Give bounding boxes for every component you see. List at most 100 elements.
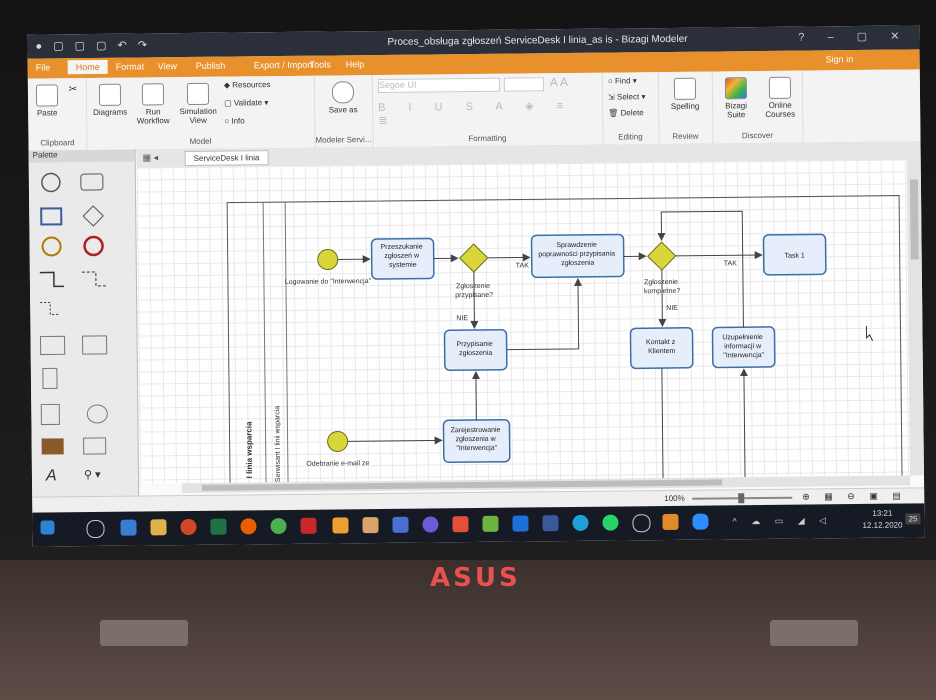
delete-button[interactable]: 🗑 Delete	[608, 108, 644, 117]
flow-6[interactable]	[661, 368, 664, 479]
link-tool[interactable]: ⚲ ▾	[84, 469, 101, 481]
bizagi-suite-button[interactable]: Bizagi Suite	[716, 77, 756, 119]
info-button[interactable]: ○ Info	[224, 116, 244, 125]
task-tool[interactable]	[80, 173, 104, 191]
select-label: Select	[616, 92, 640, 102]
start-event-odebranie[interactable]	[327, 430, 349, 452]
search-icon[interactable]	[86, 519, 105, 539]
group-review: Spelling Review	[657, 71, 714, 145]
header-tool[interactable]	[83, 437, 107, 455]
run-workflow-button[interactable]: Run Workflow	[134, 83, 172, 126]
spelling-button[interactable]: Spelling	[666, 77, 704, 111]
menu-export-import[interactable]: Export / Import	[254, 60, 313, 71]
validate-button[interactable]: ▢ Validate ▾	[224, 98, 268, 107]
start-event-logowanie[interactable]	[317, 249, 339, 271]
intermediate-event-tool[interactable]	[41, 236, 62, 257]
end-event-tool[interactable]	[83, 235, 104, 257]
app-icon-6[interactable]	[482, 515, 499, 532]
paste-icon	[35, 84, 59, 107]
menu-view[interactable]: View	[158, 61, 177, 71]
subprocess-tool[interactable]	[40, 207, 63, 226]
signin-link[interactable]: Sign in	[826, 54, 854, 64]
pool-tool[interactable]	[40, 335, 66, 356]
app-icon-4[interactable]	[422, 516, 439, 533]
select-button[interactable]: ⇲ Select ▾	[608, 92, 646, 101]
diagram-nav-icon[interactable]: ▦ ◂	[143, 152, 159, 163]
file-explorer-icon[interactable]	[150, 519, 167, 536]
menu-home[interactable]: Home	[67, 59, 108, 75]
window-controls[interactable]: ? – ▢ ✕	[798, 29, 909, 43]
gateway-przypisane[interactable]	[459, 243, 489, 273]
sequence-flow-tool[interactable]	[39, 271, 64, 288]
bizagi-taskbar-icon[interactable]	[332, 517, 349, 534]
text-tool[interactable]: A	[45, 467, 57, 484]
vertical-scroll-thumb[interactable]	[909, 179, 919, 260]
palette-title: Palette	[28, 149, 135, 163]
start-button-icon[interactable]	[40, 520, 55, 535]
app-icon-2[interactable]	[362, 517, 379, 534]
simulation-view-button[interactable]: Simulation View	[176, 82, 220, 125]
lane-tool[interactable]	[81, 335, 108, 355]
text-style-icons[interactable]: B I U S A ◈ ≡ ≣	[378, 99, 602, 127]
association-tool[interactable]	[40, 301, 61, 315]
app-icon-1[interactable]	[120, 519, 137, 536]
font-size-select[interactable]	[503, 77, 544, 92]
app-icon-5[interactable]	[452, 516, 469, 533]
zoom-slider-knob[interactable]	[738, 493, 745, 504]
menu-tools[interactable]: Tools	[310, 60, 331, 70]
clock-time: 13:21	[872, 508, 893, 518]
flow-7[interactable]	[347, 436, 443, 445]
menu-format[interactable]: Format	[116, 61, 145, 71]
find-button[interactable]: ○ Find ▾	[608, 76, 637, 85]
whatsapp-icon[interactable]	[602, 514, 619, 531]
powerpoint-icon[interactable]	[180, 518, 197, 536]
app-icon-7[interactable]	[542, 515, 559, 532]
menu-file[interactable]: File	[36, 62, 51, 72]
flow-nie-2[interactable]	[658, 270, 667, 328]
menu-help[interactable]: Help	[346, 59, 365, 69]
excel-icon[interactable]	[210, 518, 227, 535]
font-name-select[interactable]: Segoe UI	[377, 77, 500, 94]
app-icon-9[interactable]	[662, 513, 679, 531]
quick-access-icons[interactable]: ● ▢ ▢ ▢ ↶ ↷	[35, 38, 151, 52]
notification-badge[interactable]: 25	[905, 513, 921, 525]
flow-nie-1[interactable]	[470, 272, 479, 330]
gateway-kompletne[interactable]	[646, 241, 677, 271]
horizontal-scroll-thumb[interactable]	[202, 479, 723, 491]
outlook-icon[interactable]	[512, 515, 529, 532]
gateway-tool[interactable]	[82, 205, 104, 227]
cut-icon[interactable]: ✂	[64, 84, 82, 95]
model-label: Model	[189, 136, 212, 146]
zoom-app-icon[interactable]	[692, 513, 709, 530]
save-as-button[interactable]: Save as	[322, 81, 364, 115]
group-clipboard: Paste ✂ Clipboard	[27, 78, 88, 151]
chrome-icon[interactable]	[270, 517, 287, 535]
flow-4[interactable]	[506, 277, 583, 351]
diagram-canvas[interactable]: I linia wsparcia Serwisant I linii wspar…	[136, 159, 911, 504]
flow-5[interactable]	[739, 368, 748, 478]
pdf-icon[interactable]	[300, 517, 317, 534]
tray-icons[interactable]: ^ ☁ ▭ ◢ ◁	[732, 515, 832, 527]
data-store-tool[interactable]	[86, 404, 108, 424]
artifact-tool[interactable]	[40, 403, 60, 426]
online-courses-button[interactable]: Online Courses	[760, 76, 800, 119]
group-discover: Bizagi Suite Online Courses Discover	[711, 70, 804, 144]
message-flow-tool[interactable]	[81, 271, 106, 287]
flow-tak-2[interactable]	[675, 251, 763, 260]
diagrams-button[interactable]: Diagrams	[90, 83, 130, 117]
edge-icon[interactable]	[572, 514, 589, 532]
firefox-icon[interactable]	[240, 518, 257, 535]
bpmn-diagram: I linia wsparcia Serwisant I linii wspar…	[226, 195, 903, 504]
start-event-tool[interactable]	[41, 172, 61, 193]
grow-font-icon[interactable]: A A	[550, 75, 568, 89]
clock[interactable]: 13:21 12.12.2020	[862, 508, 902, 532]
data-object-tool[interactable]	[42, 367, 58, 390]
app-icon-3[interactable]	[392, 516, 409, 533]
resources-button[interactable]: ◆ Resources	[224, 80, 271, 89]
flow-8[interactable]	[471, 371, 480, 421]
tab-servicedesk[interactable]: ServiceDesk I linia	[184, 150, 269, 167]
menu-publish[interactable]: Publish	[196, 61, 226, 71]
paste-button[interactable]: Paste	[34, 84, 60, 118]
image-tool[interactable]	[41, 438, 64, 455]
app-icon-8[interactable]	[632, 514, 651, 533]
